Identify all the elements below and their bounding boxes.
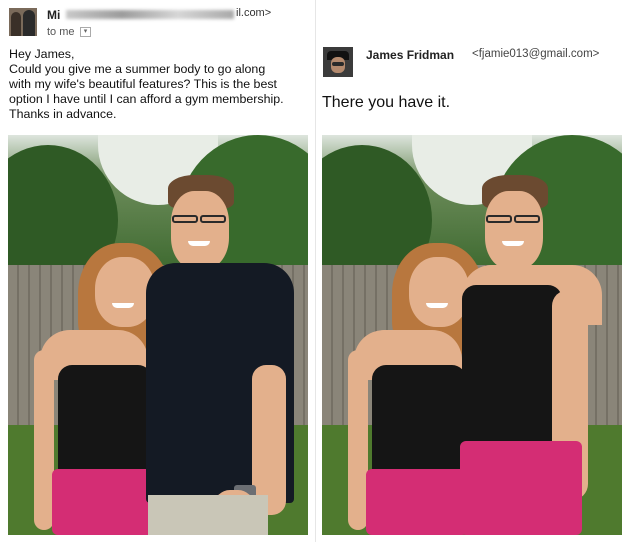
replier-name: James Fridman <box>366 48 455 62</box>
edited-photo <box>322 135 622 535</box>
recipient-line: to me <box>47 26 75 38</box>
reply-text: There you have it. <box>322 94 451 111</box>
message-line: Thanks in advance. <box>9 107 117 121</box>
message-line: Could you give me a summer body to go al… <box>9 62 266 76</box>
replier-avatar[interactable] <box>323 47 353 77</box>
sender-avatar[interactable] <box>9 8 37 36</box>
replier-email: <fjamie013@gmail.com> <box>472 48 600 60</box>
sender-email-domain: il.com> <box>236 7 272 19</box>
message-line: Hey James, <box>9 47 75 61</box>
chevron-down-icon[interactable]: ▾ <box>80 27 91 37</box>
message-line: option I have until I can afford a gym m… <box>9 92 284 106</box>
original-photo <box>8 135 308 535</box>
column-divider <box>315 0 316 542</box>
sender-name: Mi <box>47 8 61 22</box>
message-line: with my wife's beautiful features? This … <box>9 77 277 91</box>
email-message-body: Hey James, Could you give me a summer bo… <box>9 47 314 122</box>
redacted-email-blur <box>66 10 234 19</box>
